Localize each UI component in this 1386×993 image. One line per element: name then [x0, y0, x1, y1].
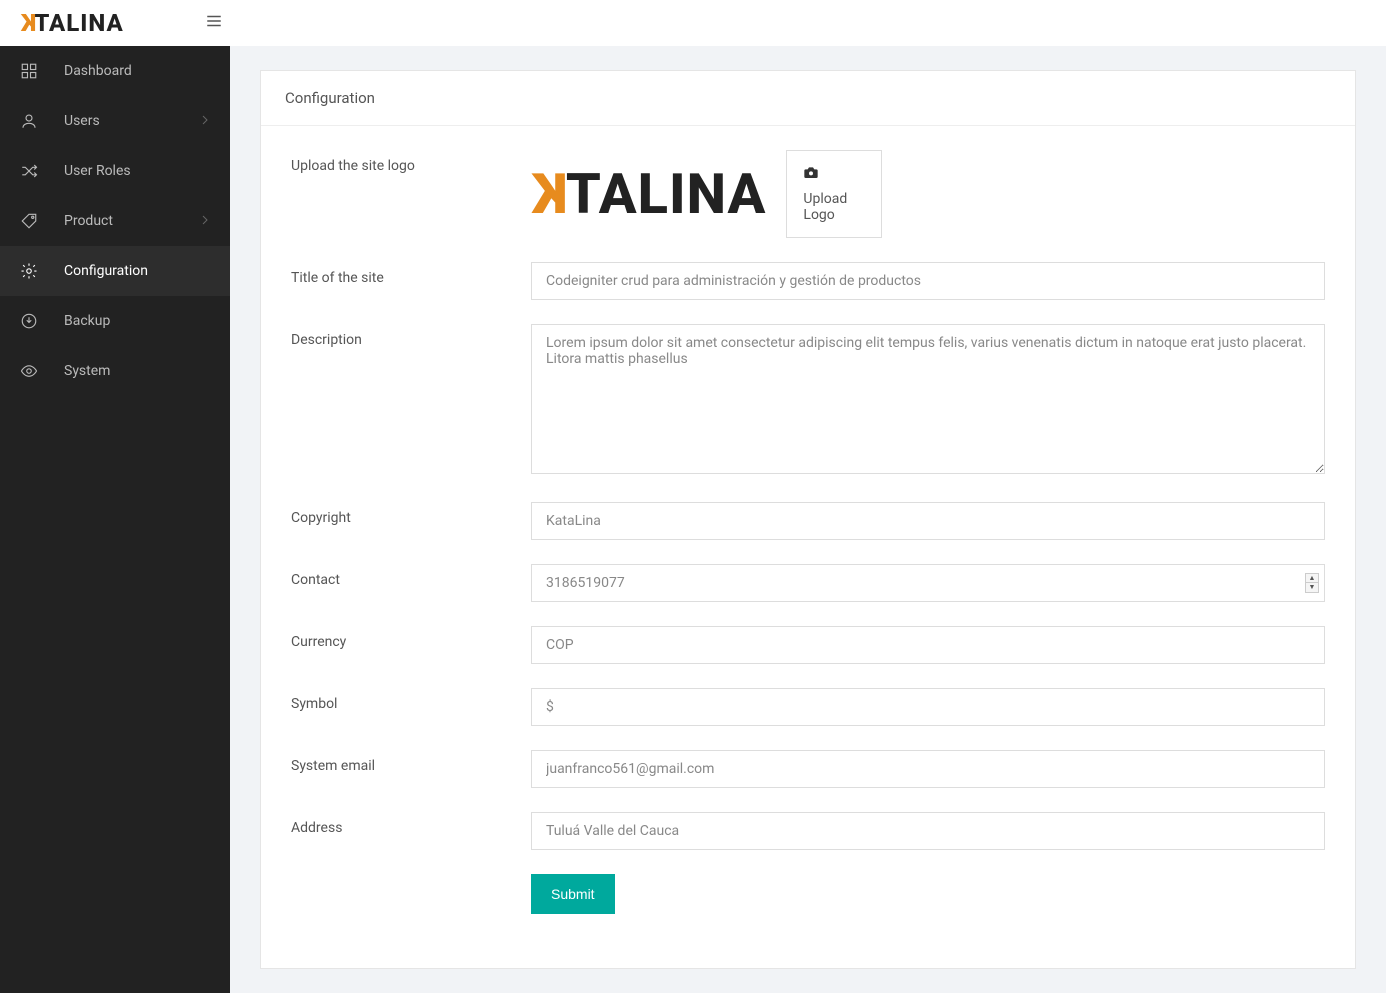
brand-text: TALINA — [34, 9, 123, 37]
menu-toggle-button[interactable] — [205, 12, 223, 34]
number-spinner[interactable]: ▲ ▼ — [1305, 573, 1319, 593]
sidebar-item-label: User Roles — [64, 163, 210, 179]
logo-preview: K TALINA — [531, 150, 766, 238]
description-textarea[interactable]: Lorem ipsum dolor sit amet consectetur a… — [531, 324, 1325, 474]
sidebar-item-dashboard[interactable]: Dashboard — [0, 46, 230, 96]
submit-button[interactable]: Submit — [531, 874, 615, 914]
user-icon — [20, 112, 38, 130]
gear-icon — [20, 262, 38, 280]
label-upload-logo: Upload the site logo — [291, 150, 531, 174]
sidebar-item-system[interactable]: System — [0, 346, 230, 396]
sidebar: Dashboard Users User Roles Product — [0, 46, 230, 993]
sidebar-item-label: Backup — [64, 313, 210, 329]
logo-k-glyph: K — [20, 9, 36, 37]
eye-icon — [20, 362, 38, 380]
label-symbol: Symbol — [291, 688, 531, 712]
label-currency: Currency — [291, 626, 531, 650]
email-input[interactable] — [531, 750, 1325, 788]
logo-k-glyph: K — [531, 166, 568, 222]
label-contact: Contact — [291, 564, 531, 588]
camera-icon — [803, 165, 865, 183]
sidebar-item-label: System — [64, 363, 210, 379]
label-description: Description — [291, 324, 531, 348]
label-address: Address — [291, 812, 531, 836]
symbol-input[interactable] — [531, 688, 1325, 726]
sidebar-item-label: Users — [64, 113, 200, 129]
sidebar-item-label: Configuration — [64, 263, 210, 279]
upload-logo-button[interactable]: Upload Logo — [786, 150, 882, 238]
sidebar-item-label: Product — [64, 213, 200, 229]
tag-icon — [20, 212, 38, 230]
copyright-input[interactable] — [531, 502, 1325, 540]
label-title: Title of the site — [291, 262, 531, 286]
grid-icon — [20, 62, 38, 80]
sidebar-item-backup[interactable]: Backup — [0, 296, 230, 346]
spinner-down-icon[interactable]: ▼ — [1306, 583, 1318, 592]
sidebar-item-label: Dashboard — [64, 63, 210, 79]
shuffle-icon — [20, 162, 38, 180]
hamburger-icon — [205, 12, 223, 30]
label-email: System email — [291, 750, 531, 774]
address-input[interactable] — [531, 812, 1325, 850]
topbar: K TALINA — [0, 0, 1386, 46]
sidebar-item-users[interactable]: Users — [0, 96, 230, 146]
configuration-panel: Configuration Upload the site logo K TAL… — [260, 70, 1356, 969]
chevron-right-icon — [200, 113, 210, 129]
brand-logo: K TALINA — [20, 9, 124, 37]
title-input[interactable] — [531, 262, 1325, 300]
currency-input[interactable] — [531, 626, 1325, 664]
download-icon — [20, 312, 38, 330]
contact-input[interactable] — [531, 564, 1325, 602]
spinner-up-icon[interactable]: ▲ — [1306, 574, 1318, 583]
sidebar-item-configuration[interactable]: Configuration — [0, 246, 230, 296]
content-area: Configuration Upload the site logo K TAL… — [230, 46, 1386, 993]
chevron-right-icon — [200, 213, 210, 229]
sidebar-item-user-roles[interactable]: User Roles — [0, 146, 230, 196]
logo-preview-text: TALINA — [566, 166, 767, 222]
label-copyright: Copyright — [291, 502, 531, 526]
upload-logo-label: Upload Logo — [803, 191, 865, 223]
sidebar-item-product[interactable]: Product — [0, 196, 230, 246]
panel-title: Configuration — [261, 71, 1355, 126]
